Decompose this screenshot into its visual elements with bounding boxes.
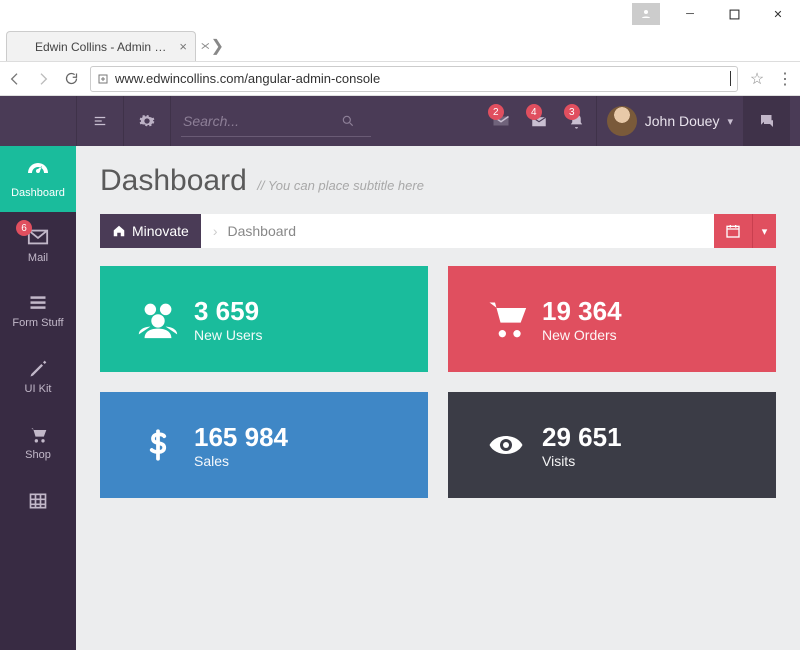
sidebar-item-shop[interactable]: Shop bbox=[0, 410, 76, 476]
page-header: Dashboard // You can place subtitle here bbox=[76, 146, 800, 204]
window-close-button[interactable]: ✕ bbox=[756, 0, 800, 28]
card-sales[interactable]: 165 984 Sales bbox=[100, 392, 428, 498]
chat-drawer-button[interactable] bbox=[744, 96, 790, 146]
card-label: New Users bbox=[194, 327, 262, 343]
card-new-orders[interactable]: 19 364 New Orders bbox=[448, 266, 776, 372]
dollar-icon bbox=[122, 422, 194, 468]
app-logo[interactable] bbox=[0, 96, 76, 146]
users-icon bbox=[122, 296, 194, 342]
notif-bell-badge: 3 bbox=[564, 104, 580, 120]
sidebar: Dashboard 6 Mail Form Stuff UI Kit Shop bbox=[0, 146, 76, 650]
topbar-search[interactable] bbox=[181, 105, 371, 137]
toggle-sidebar-button[interactable] bbox=[77, 96, 123, 146]
sidebar-item-label: Shop bbox=[25, 449, 51, 461]
sidebar-item-uikit[interactable]: UI Kit bbox=[0, 344, 76, 410]
nav-forward-button[interactable] bbox=[34, 70, 52, 88]
stat-cards: 3 659 New Users 19 364 New Orders 165 98… bbox=[76, 266, 800, 498]
search-input[interactable] bbox=[181, 109, 341, 133]
card-label: New Orders bbox=[542, 327, 622, 343]
nav-back-button[interactable] bbox=[6, 70, 24, 88]
browser-tabstrip: Edwin Collins - Admin Dashboard × ❯ bbox=[0, 28, 800, 62]
bookmark-star-icon[interactable]: ☆ bbox=[748, 70, 766, 88]
card-value: 3 659 bbox=[194, 296, 262, 327]
breadcrumb-home-label: Minovate bbox=[132, 223, 189, 239]
page-subtitle: // You can place subtitle here bbox=[257, 178, 424, 193]
list-icon bbox=[27, 293, 49, 313]
pencil-icon bbox=[28, 359, 48, 379]
page-title: Dashboard bbox=[100, 164, 247, 198]
cart-icon bbox=[27, 425, 49, 445]
main-content: Dashboard // You can place subtitle here… bbox=[76, 146, 800, 650]
nav-reload-button[interactable] bbox=[62, 70, 80, 88]
app-topbar: 2 4 3 John Douey ▾ bbox=[0, 96, 800, 146]
notif-bell-button[interactable]: 3 bbox=[558, 96, 596, 146]
notif-envelope-badge: 2 bbox=[488, 104, 504, 120]
sidebar-item-label: Mail bbox=[28, 252, 48, 264]
breadcrumb-path: › Dashboard bbox=[201, 214, 714, 248]
sidebar-item-label: Form Stuff bbox=[12, 317, 63, 329]
card-visits[interactable]: 29 651 Visits bbox=[448, 392, 776, 498]
browser-tab-title: Edwin Collins - Admin Dashboard bbox=[35, 40, 171, 54]
address-cursor bbox=[730, 71, 731, 86]
sidebar-item-formstuff[interactable]: Form Stuff bbox=[0, 278, 76, 344]
sidebar-item-mail[interactable]: 6 Mail bbox=[0, 212, 76, 278]
chevron-right-icon: › bbox=[213, 223, 218, 239]
date-picker-button[interactable] bbox=[714, 214, 752, 248]
sidebar-item-label: Dashboard bbox=[11, 187, 65, 199]
favicon-icon bbox=[15, 40, 29, 54]
page-info-icon bbox=[97, 73, 109, 85]
browser-toolbar: www.edwincollins.com/angular-admin-conso… bbox=[0, 62, 800, 96]
browser-tab[interactable]: Edwin Collins - Admin Dashboard × bbox=[6, 31, 196, 61]
gauge-icon bbox=[26, 159, 50, 183]
user-menu[interactable]: John Douey ▾ bbox=[597, 106, 743, 136]
notif-envelope-button[interactable]: 2 bbox=[482, 96, 520, 146]
card-label: Sales bbox=[194, 453, 288, 469]
sidebar-item-label: UI Kit bbox=[25, 383, 52, 395]
card-value: 19 364 bbox=[542, 296, 622, 327]
card-new-users[interactable]: 3 659 New Users bbox=[100, 266, 428, 372]
browser-menu-button[interactable]: ⋮ bbox=[776, 70, 794, 88]
search-icon[interactable] bbox=[341, 114, 355, 128]
breadcrumb-current: Dashboard bbox=[227, 223, 296, 239]
window-minimize-button[interactable]: ─ bbox=[668, 0, 712, 28]
user-name: John Douey bbox=[645, 113, 720, 129]
breadcrumb-home[interactable]: Minovate bbox=[100, 214, 201, 248]
card-value: 29 651 bbox=[542, 422, 622, 453]
window-titlebar: ─ ✕ bbox=[0, 0, 800, 28]
card-label: Visits bbox=[542, 453, 622, 469]
eye-icon bbox=[470, 427, 542, 463]
address-bar[interactable]: www.edwincollins.com/angular-admin-conso… bbox=[90, 66, 738, 92]
home-icon bbox=[112, 224, 126, 238]
settings-gear-button[interactable] bbox=[124, 96, 170, 146]
sidebar-mail-badge: 6 bbox=[16, 220, 32, 236]
address-bar-url: www.edwincollins.com/angular-admin-conso… bbox=[115, 71, 729, 86]
table-icon bbox=[27, 491, 49, 511]
sidebar-item-tables[interactable] bbox=[0, 476, 76, 526]
notif-mail-badge: 4 bbox=[526, 104, 542, 120]
chevron-down-icon: ▾ bbox=[727, 115, 733, 128]
card-value: 165 984 bbox=[194, 422, 288, 453]
new-tab-button[interactable]: ❯ bbox=[200, 34, 224, 58]
notif-mail-button[interactable]: 4 bbox=[520, 96, 558, 146]
tab-close-icon[interactable]: × bbox=[179, 39, 187, 54]
window-user-icon[interactable] bbox=[632, 3, 660, 25]
date-picker-dropdown[interactable]: ▾ bbox=[752, 214, 776, 248]
avatar bbox=[607, 106, 637, 136]
cart-icon bbox=[470, 297, 542, 341]
window-maximize-button[interactable] bbox=[712, 0, 756, 28]
sidebar-item-dashboard[interactable]: Dashboard bbox=[0, 146, 76, 212]
breadcrumb: Minovate › Dashboard ▾ bbox=[100, 214, 776, 248]
